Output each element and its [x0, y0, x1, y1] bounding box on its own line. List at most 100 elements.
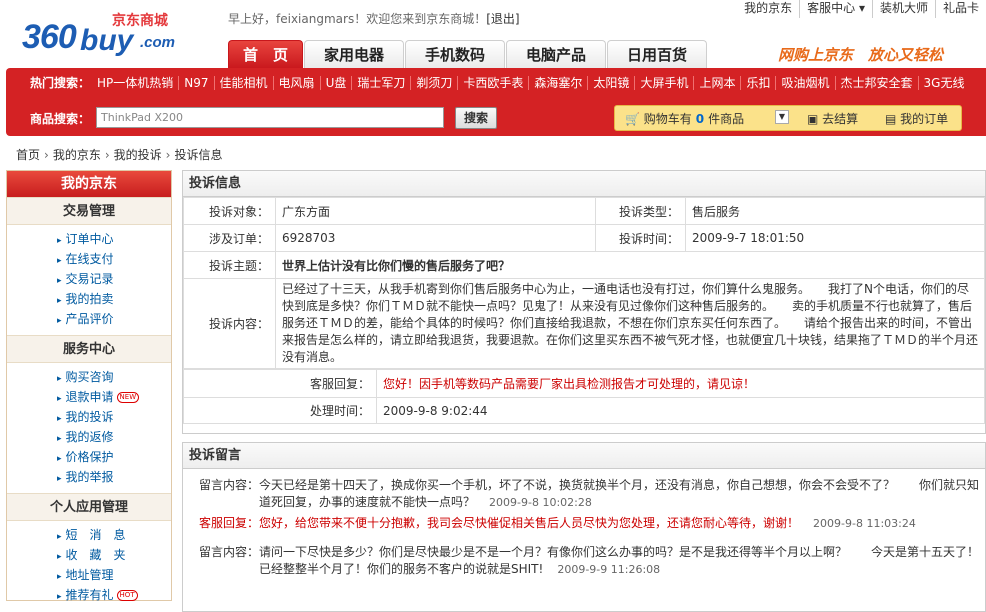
sidebar-item-reports[interactable]: 我的举报: [57, 467, 171, 487]
tab-phones[interactable]: 手机数码: [405, 40, 505, 69]
chevron-down-icon[interactable]: ▼: [775, 110, 789, 124]
search-label: 商品搜索：: [30, 112, 91, 126]
search-input[interactable]: ThinkPad X200: [96, 107, 444, 128]
time-value: 2009-9-7 18:01:50: [685, 224, 985, 252]
tab-appliances[interactable]: 家用电器: [304, 40, 404, 69]
sidebar-item-consult[interactable]: 购买咨询: [57, 367, 171, 387]
sidebar-item-messages[interactable]: 短 消 息: [57, 525, 171, 545]
sidebar-item-referral[interactable]: 推荐有礼HOT: [57, 585, 171, 605]
sidebar-item-auctions[interactable]: 我的拍卖: [57, 289, 171, 309]
cart-label: 购物车有: [643, 112, 692, 126]
my-orders-button[interactable]: ▤ 我的订单: [885, 110, 948, 127]
hot-search-item[interactable]: 电风扇: [272, 76, 320, 90]
hot-search-item[interactable]: 3G无线: [917, 76, 970, 90]
hot-search-item[interactable]: N97: [178, 76, 213, 90]
orders-label: 我的订单: [900, 112, 949, 126]
hot-search: 热门搜索： HP一体机热销 N97 佳能相机 电风扇 U盘 瑞士军刀 剃须刀 卡…: [30, 76, 969, 90]
message-label: 留言内容：: [198, 478, 259, 492]
main-nav-tabs: 首 页 家用电器 手机数码 电脑产品 日用百货: [228, 40, 708, 69]
sidebar-section-title: 个人应用管理: [7, 493, 171, 521]
sidebar-item-refund[interactable]: 退款申请NEW: [57, 387, 171, 407]
message-time: 2009-9-8 11:03:24: [813, 517, 916, 530]
hot-search-item[interactable]: 卡西欧手表: [457, 76, 528, 90]
reply-value: 您好！因手机等数码产品需要厂家出具检测报告才可处理的，请见谅！: [376, 369, 985, 398]
sidebar-list: 短 消 息 收 藏 夹 地址管理 推荐有礼HOT: [7, 521, 171, 611]
checkout-icon: ▣: [807, 112, 823, 126]
sidebar-item-complaints[interactable]: 我的投诉: [57, 407, 171, 427]
sidebar-item-label: 推荐有礼: [65, 588, 114, 602]
message-item: 留言内容： 请问一下尽快是多少？你们是尽快最少是不是一个月？有像你们这么办事的吗…: [189, 544, 979, 578]
message-label: 留言内容：: [198, 545, 259, 559]
logout-link[interactable]: [退出]: [486, 12, 519, 26]
tab-daily-goods[interactable]: 日用百货: [607, 40, 707, 69]
cart-bar: 🛒 购物车有 0 件商品 ▼ ▣ 去结算 ▤ 我的订单: [614, 105, 962, 131]
sidebar-title: 我的京东: [7, 171, 171, 197]
toplink-install-master[interactable]: 装机大师: [871, 0, 935, 18]
sidebar: 我的京东 交易管理 订单中心 在线支付 交易记录 我的拍卖 产品评价 服务中心 …: [6, 170, 172, 602]
sidebar-item-addresses[interactable]: 地址管理: [57, 565, 171, 585]
handle-time-label: 处理时间：: [183, 397, 377, 424]
hot-search-item[interactable]: 佳能相机: [213, 76, 273, 90]
username: feixiangmars: [276, 12, 355, 26]
hot-search-item[interactable]: 剃须刀: [410, 76, 457, 90]
breadcrumb-my-complaints[interactable]: 我的投诉: [114, 148, 162, 162]
sidebar-item-online-pay[interactable]: 在线支付: [57, 249, 171, 269]
content-label: 投诉内容：: [183, 278, 276, 369]
sidebar-item-favorites[interactable]: 收 藏 夹: [57, 545, 171, 565]
hot-search-item[interactable]: 瑞士军刀: [351, 76, 410, 90]
hot-search-label: 热门搜索：: [30, 76, 91, 90]
complaint-info-panel: 投诉信息 投诉对象： 广东方面 投诉类型： 售后服务 涉及订单： 6928703…: [182, 170, 986, 434]
toplink-service-center[interactable]: 客服中心 ▾: [799, 0, 872, 18]
hot-search-item[interactable]: 杰士邦安全套: [834, 76, 918, 90]
top-links: 我的京东 客服中心 ▾ 装机大师 礼品卡: [737, 0, 986, 18]
message-time: 2009-9-9 11:26:08: [557, 563, 661, 576]
message-text: 今天已经是第十四天了，换成你买一个手机，坏了不说，换货就换半个月，还没有消息，你…: [259, 478, 980, 509]
complaint-messages-panel: 投诉留言 留言内容： 今天已经是第十四天了，换成你买一个手机，坏了不说，换货就换…: [182, 442, 986, 612]
cart-summary[interactable]: 🛒 购物车有 0 件商品: [625, 110, 744, 127]
hot-search-item[interactable]: U盘: [319, 76, 352, 90]
hot-search-item[interactable]: 上网本: [693, 76, 740, 90]
checkout-button[interactable]: ▣ 去结算: [807, 110, 858, 127]
message-item: 客服回复： 您好，给您带来不便十分抱歉，我司会尽快催促相关售后人员尽快为您处理，…: [189, 515, 979, 532]
handle-time-value: 2009-9-8 9:02:44: [376, 397, 985, 424]
cart-unit: 件商品: [708, 112, 745, 126]
search-button[interactable]: 搜索: [455, 107, 497, 129]
type-label: 投诉类型：: [595, 197, 686, 225]
greeting: 早上好，: [228, 12, 277, 26]
new-badge: NEW: [116, 392, 140, 403]
hot-search-item[interactable]: 乐扣: [740, 76, 775, 90]
message-item: 留言内容： 今天已经是第十四天了，换成你买一个手机，坏了不说，换货就换半个月，还…: [189, 477, 979, 511]
hot-search-item[interactable]: 大屏手机: [634, 76, 693, 90]
hot-search-item[interactable]: HP一体机热销: [92, 76, 178, 90]
target-label: 投诉对象：: [183, 197, 276, 225]
sidebar-item-reviews[interactable]: 产品评价: [57, 309, 171, 329]
toplink-gift-card[interactable]: 礼品卡: [934, 0, 986, 18]
slogan: 网购上京东 放心又轻松: [778, 46, 944, 64]
breadcrumb-home[interactable]: 首页: [16, 148, 40, 162]
message-label: 客服回复：: [198, 516, 259, 530]
jd-logo[interactable]: 京东商城 360 buy .com: [22, 8, 192, 58]
sidebar-list: 订单中心 在线支付 交易记录 我的拍卖 产品评价: [7, 225, 171, 335]
breadcrumb-sep: ›: [104, 148, 110, 162]
reply-label: 客服回复：: [183, 369, 377, 398]
tab-computers[interactable]: 电脑产品: [506, 40, 606, 69]
sidebar-item-repairs[interactable]: 我的返修: [57, 427, 171, 447]
tab-home[interactable]: 首 页: [228, 40, 303, 69]
sidebar-item-label: 退款申请: [65, 390, 114, 404]
sidebar-item-transactions[interactable]: 交易记录: [57, 269, 171, 289]
hot-search-item[interactable]: 吸油烟机: [775, 76, 834, 90]
breadcrumb: 首页 › 我的京东 › 我的投诉 › 投诉信息: [16, 146, 223, 163]
message-text: 您好，给您带来不便十分抱歉，我司会尽快催促相关售后人员尽快为您处理，还请您耐心等…: [259, 516, 800, 530]
complaint-info-table: 投诉对象： 广东方面 投诉类型： 售后服务 涉及订单： 6928703 投诉时间…: [183, 197, 985, 369]
cart-count: 0: [695, 112, 705, 126]
hot-search-item[interactable]: 森海塞尔: [528, 76, 587, 90]
breadcrumb-sep: ›: [44, 148, 49, 162]
content-value: 已经过了十三天，从我手机寄到你们售后服务中心为止，一通电话也没有打过，你们算什么…: [275, 278, 985, 369]
toplink-my-jd[interactable]: 我的京东: [737, 0, 799, 18]
sidebar-item-orders[interactable]: 订单中心: [57, 229, 171, 249]
sidebar-item-price-protect[interactable]: 价格保护: [57, 447, 171, 467]
panel-title: 投诉留言: [183, 443, 985, 469]
welcome-message: 早上好，feixiangmars！欢迎您来到京东商城！[退出]: [228, 10, 520, 27]
hot-search-item[interactable]: 太阳镜: [587, 76, 634, 90]
breadcrumb-my-jd[interactable]: 我的京东: [53, 148, 101, 162]
